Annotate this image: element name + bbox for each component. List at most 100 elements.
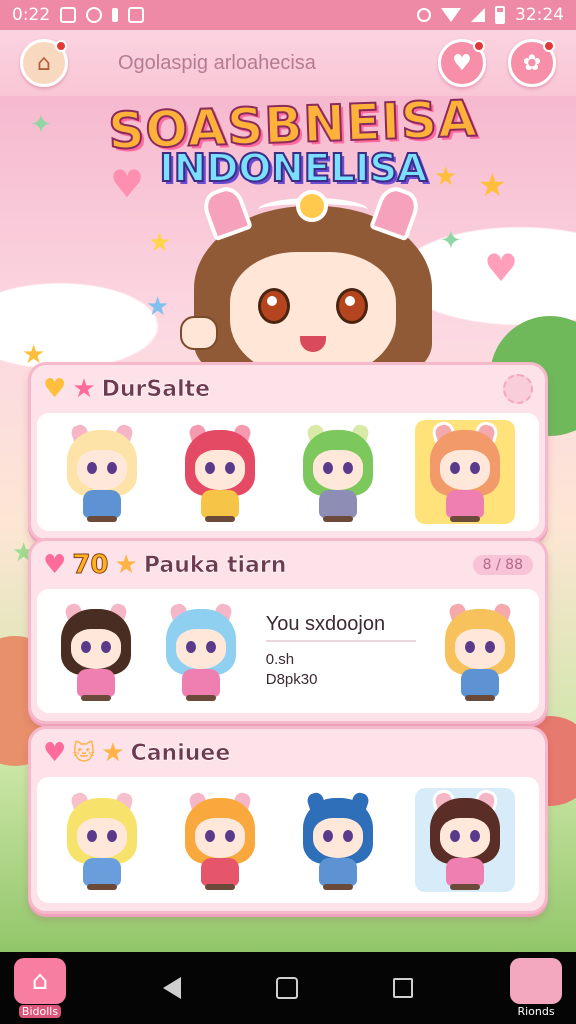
game-scene: ✦ ♥ ★ ★ ★ ★ ✦ ♥ ★ ★ ✦ SOASBNEISA INDONEL… bbox=[0, 96, 576, 952]
status-bar: 0:22 32:24 bbox=[0, 0, 576, 30]
character-card[interactable] bbox=[160, 598, 242, 703]
panel-title: DurSalte bbox=[101, 376, 211, 402]
character-card[interactable] bbox=[179, 419, 261, 524]
character-eye bbox=[107, 830, 117, 842]
character-eye bbox=[225, 830, 235, 842]
character-feet bbox=[205, 516, 235, 522]
star-icon: ★ bbox=[72, 374, 96, 404]
character-card[interactable] bbox=[61, 419, 143, 524]
heart-icon: ♥ bbox=[43, 374, 67, 404]
character-eye bbox=[323, 462, 333, 474]
character-feet bbox=[205, 884, 235, 890]
header-actions: ♥ ✿ bbox=[438, 39, 556, 87]
house-icon: ⌂ bbox=[37, 50, 51, 76]
character-eye bbox=[100, 641, 111, 653]
character-feet bbox=[323, 884, 353, 890]
mascot-hand bbox=[180, 316, 218, 350]
character-card[interactable] bbox=[179, 787, 261, 892]
character-card[interactable] bbox=[297, 419, 379, 524]
mute-icon bbox=[417, 8, 431, 22]
gift-icon: ✿ bbox=[522, 50, 542, 76]
info-title: You sxdoojon bbox=[265, 613, 416, 642]
notification-icon bbox=[112, 8, 119, 22]
heart-icon: ♥ bbox=[43, 550, 67, 580]
star-icon: ★ bbox=[146, 292, 170, 322]
star-icon: ★ bbox=[101, 738, 125, 768]
character-card[interactable] bbox=[415, 419, 515, 524]
app-header: ⌂ Ogolaspig arloahecisa ♥ ✿ bbox=[0, 30, 576, 96]
wifi-icon bbox=[441, 8, 461, 22]
character-face bbox=[77, 450, 127, 490]
character-card[interactable] bbox=[55, 598, 137, 703]
game-logo: SOASBNEISA INDONELISA bbox=[106, 96, 479, 191]
character-face bbox=[195, 818, 245, 858]
character-card[interactable] bbox=[297, 787, 379, 892]
tab-friends[interactable]: Rionds bbox=[508, 958, 564, 1018]
gift-button[interactable]: ✿ bbox=[508, 39, 556, 87]
battery-icon bbox=[495, 6, 505, 24]
collection-panel-3[interactable]: ♥ 🐱 ★ Caniuee bbox=[28, 726, 548, 914]
character-eye bbox=[205, 462, 215, 474]
character-eye bbox=[470, 830, 480, 842]
badge-icon bbox=[503, 374, 533, 404]
character-eye bbox=[343, 830, 353, 842]
character-outfit bbox=[201, 858, 239, 886]
panel-header: ♥ 70 ★ Pauka tiarn 8 / 88 bbox=[31, 541, 545, 589]
character-card[interactable] bbox=[61, 787, 143, 892]
character-row bbox=[37, 413, 539, 531]
character-outfit bbox=[461, 669, 500, 697]
character-card[interactable] bbox=[439, 598, 521, 703]
character-outfit bbox=[319, 858, 357, 886]
home-button[interactable]: ⌂ bbox=[20, 39, 68, 87]
character-eye bbox=[87, 462, 97, 474]
favorites-button[interactable]: ♥ bbox=[438, 39, 486, 87]
sparkle-icon: ✦ bbox=[30, 110, 52, 140]
status-left: 0:22 bbox=[12, 5, 145, 25]
mascot-character bbox=[180, 182, 438, 378]
star-icon: ★ bbox=[114, 550, 138, 580]
panel-header: ♥ 🐱 ★ Caniuee bbox=[31, 729, 545, 777]
info-line: 0.sh bbox=[265, 650, 295, 668]
character-eye bbox=[450, 462, 460, 474]
character-eye bbox=[450, 830, 460, 842]
recent-apps-icon[interactable] bbox=[393, 978, 413, 998]
heart-icon: ♥ bbox=[484, 246, 519, 290]
heart-icon: ♥ bbox=[43, 738, 67, 768]
notification-dot bbox=[55, 40, 67, 52]
sparkle-icon: ✦ bbox=[440, 226, 462, 256]
back-icon[interactable] bbox=[163, 977, 181, 999]
character-eye bbox=[343, 462, 353, 474]
character-row bbox=[37, 777, 539, 903]
collection-panel-2[interactable]: ♥ 70 ★ Pauka tiarn 8 / 88 You sxdoojon 0.… bbox=[28, 538, 548, 724]
character-face bbox=[77, 818, 127, 858]
character-outfit bbox=[446, 858, 484, 886]
panel-header: ♥ ★ DurSalte bbox=[31, 365, 545, 413]
heart-icon: ♥ bbox=[452, 50, 472, 76]
character-eye bbox=[225, 462, 235, 474]
mascot-eye bbox=[336, 288, 368, 324]
panel-badge: 8 / 88 bbox=[472, 555, 533, 575]
character-outfit bbox=[201, 490, 239, 518]
mascot-face bbox=[230, 252, 396, 378]
collection-panel-1[interactable]: ♥ ★ DurSalte bbox=[28, 362, 548, 542]
panel-title: Caniuee bbox=[130, 740, 231, 766]
character-outfit bbox=[319, 490, 357, 518]
character-feet bbox=[450, 516, 480, 522]
character-eye bbox=[107, 462, 117, 474]
home-icon[interactable] bbox=[276, 977, 298, 999]
calendar-icon bbox=[60, 7, 77, 23]
tab-friends-label: Rionds bbox=[517, 1005, 555, 1018]
avatar bbox=[510, 958, 562, 1004]
photo-icon bbox=[128, 7, 145, 23]
info-line: D8pk30 bbox=[265, 670, 318, 688]
star-icon: ★ bbox=[148, 228, 172, 258]
character-outfit bbox=[83, 490, 121, 518]
character-eye bbox=[87, 830, 97, 842]
character-face bbox=[70, 629, 121, 669]
panel-number: 70 bbox=[72, 550, 109, 581]
character-card[interactable] bbox=[415, 787, 515, 892]
system-buttons bbox=[163, 977, 413, 999]
signal-icon bbox=[471, 8, 485, 22]
character-face bbox=[313, 450, 363, 490]
tab-home[interactable]: ⌂ Bidolls bbox=[12, 958, 68, 1018]
